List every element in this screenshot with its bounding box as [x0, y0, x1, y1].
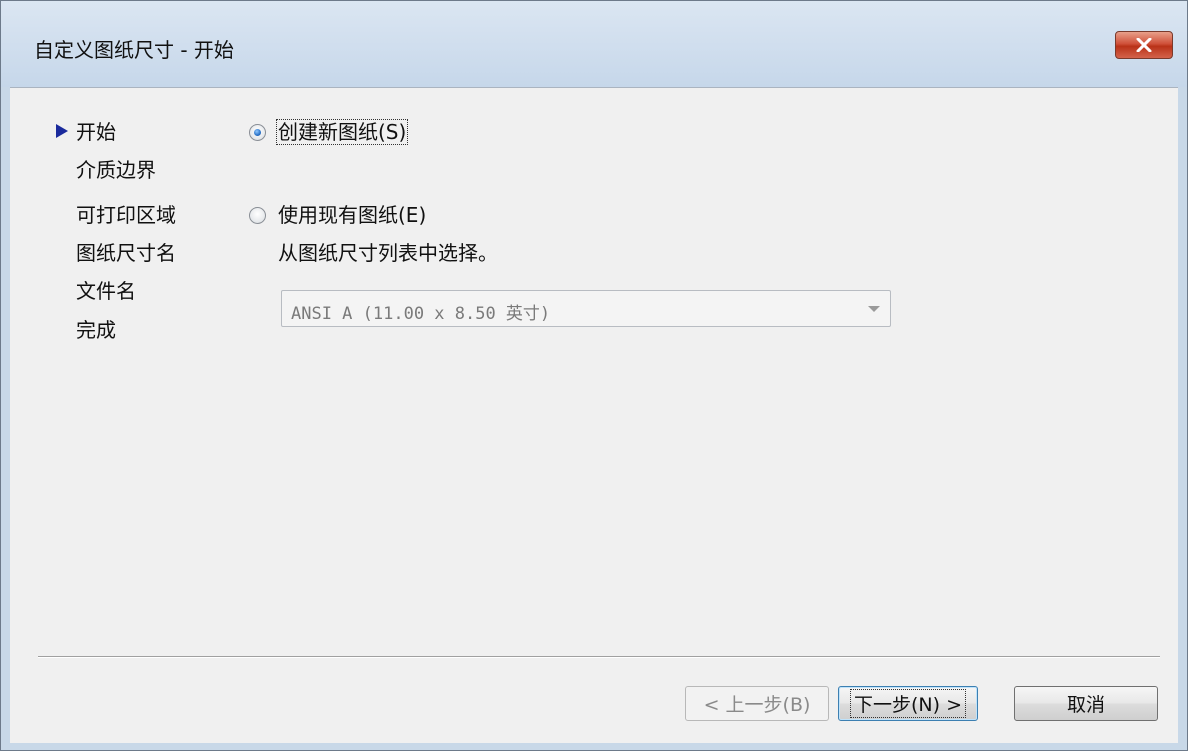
step-paper-size-name: 图纸尺寸名	[76, 241, 176, 265]
close-icon	[1136, 38, 1152, 52]
custom-paper-size-dialog: 自定义图纸尺寸 - 开始 开始 介质边界 可打印区域 图纸尺寸名 文件名 完成 …	[0, 0, 1188, 751]
select-from-list-hint: 从图纸尺寸列表中选择。	[278, 241, 498, 265]
step-file-name: 文件名	[76, 279, 136, 303]
title-bar: 自定义图纸尺寸 - 开始	[1, 1, 1187, 87]
radio-selected-dot	[254, 129, 261, 136]
next-button[interactable]: 下一步(N) >	[838, 686, 978, 721]
paper-size-select-value: ANSI A (11.00 x 8.50 英寸)	[291, 304, 551, 324]
create-new-label[interactable]: 创建新图纸(S)	[276, 116, 409, 145]
step-finish: 完成	[76, 318, 116, 342]
back-button[interactable]: < 上一步(B)	[685, 686, 829, 721]
create-new-radio[interactable]	[249, 124, 266, 141]
use-existing-label[interactable]: 使用现有图纸(E)	[278, 199, 426, 228]
paper-size-select[interactable]: ANSI A (11.00 x 8.50 英寸)	[281, 290, 891, 327]
cancel-button[interactable]: 取消	[1014, 686, 1158, 721]
step-start: 开始	[76, 120, 116, 144]
chevron-down-icon	[868, 306, 880, 312]
current-step-arrow-icon	[56, 124, 68, 138]
step-media-bounds: 介质边界	[76, 158, 156, 182]
step-printable-area: 可打印区域	[76, 203, 176, 227]
close-button[interactable]	[1115, 31, 1173, 59]
dialog-client-area: 开始 介质边界 可打印区域 图纸尺寸名 文件名 完成 创建新图纸(S) 使用现有…	[10, 87, 1178, 743]
button-separator	[38, 656, 1160, 658]
window-title: 自定义图纸尺寸 - 开始	[34, 38, 234, 62]
use-existing-radio[interactable]	[249, 207, 266, 224]
